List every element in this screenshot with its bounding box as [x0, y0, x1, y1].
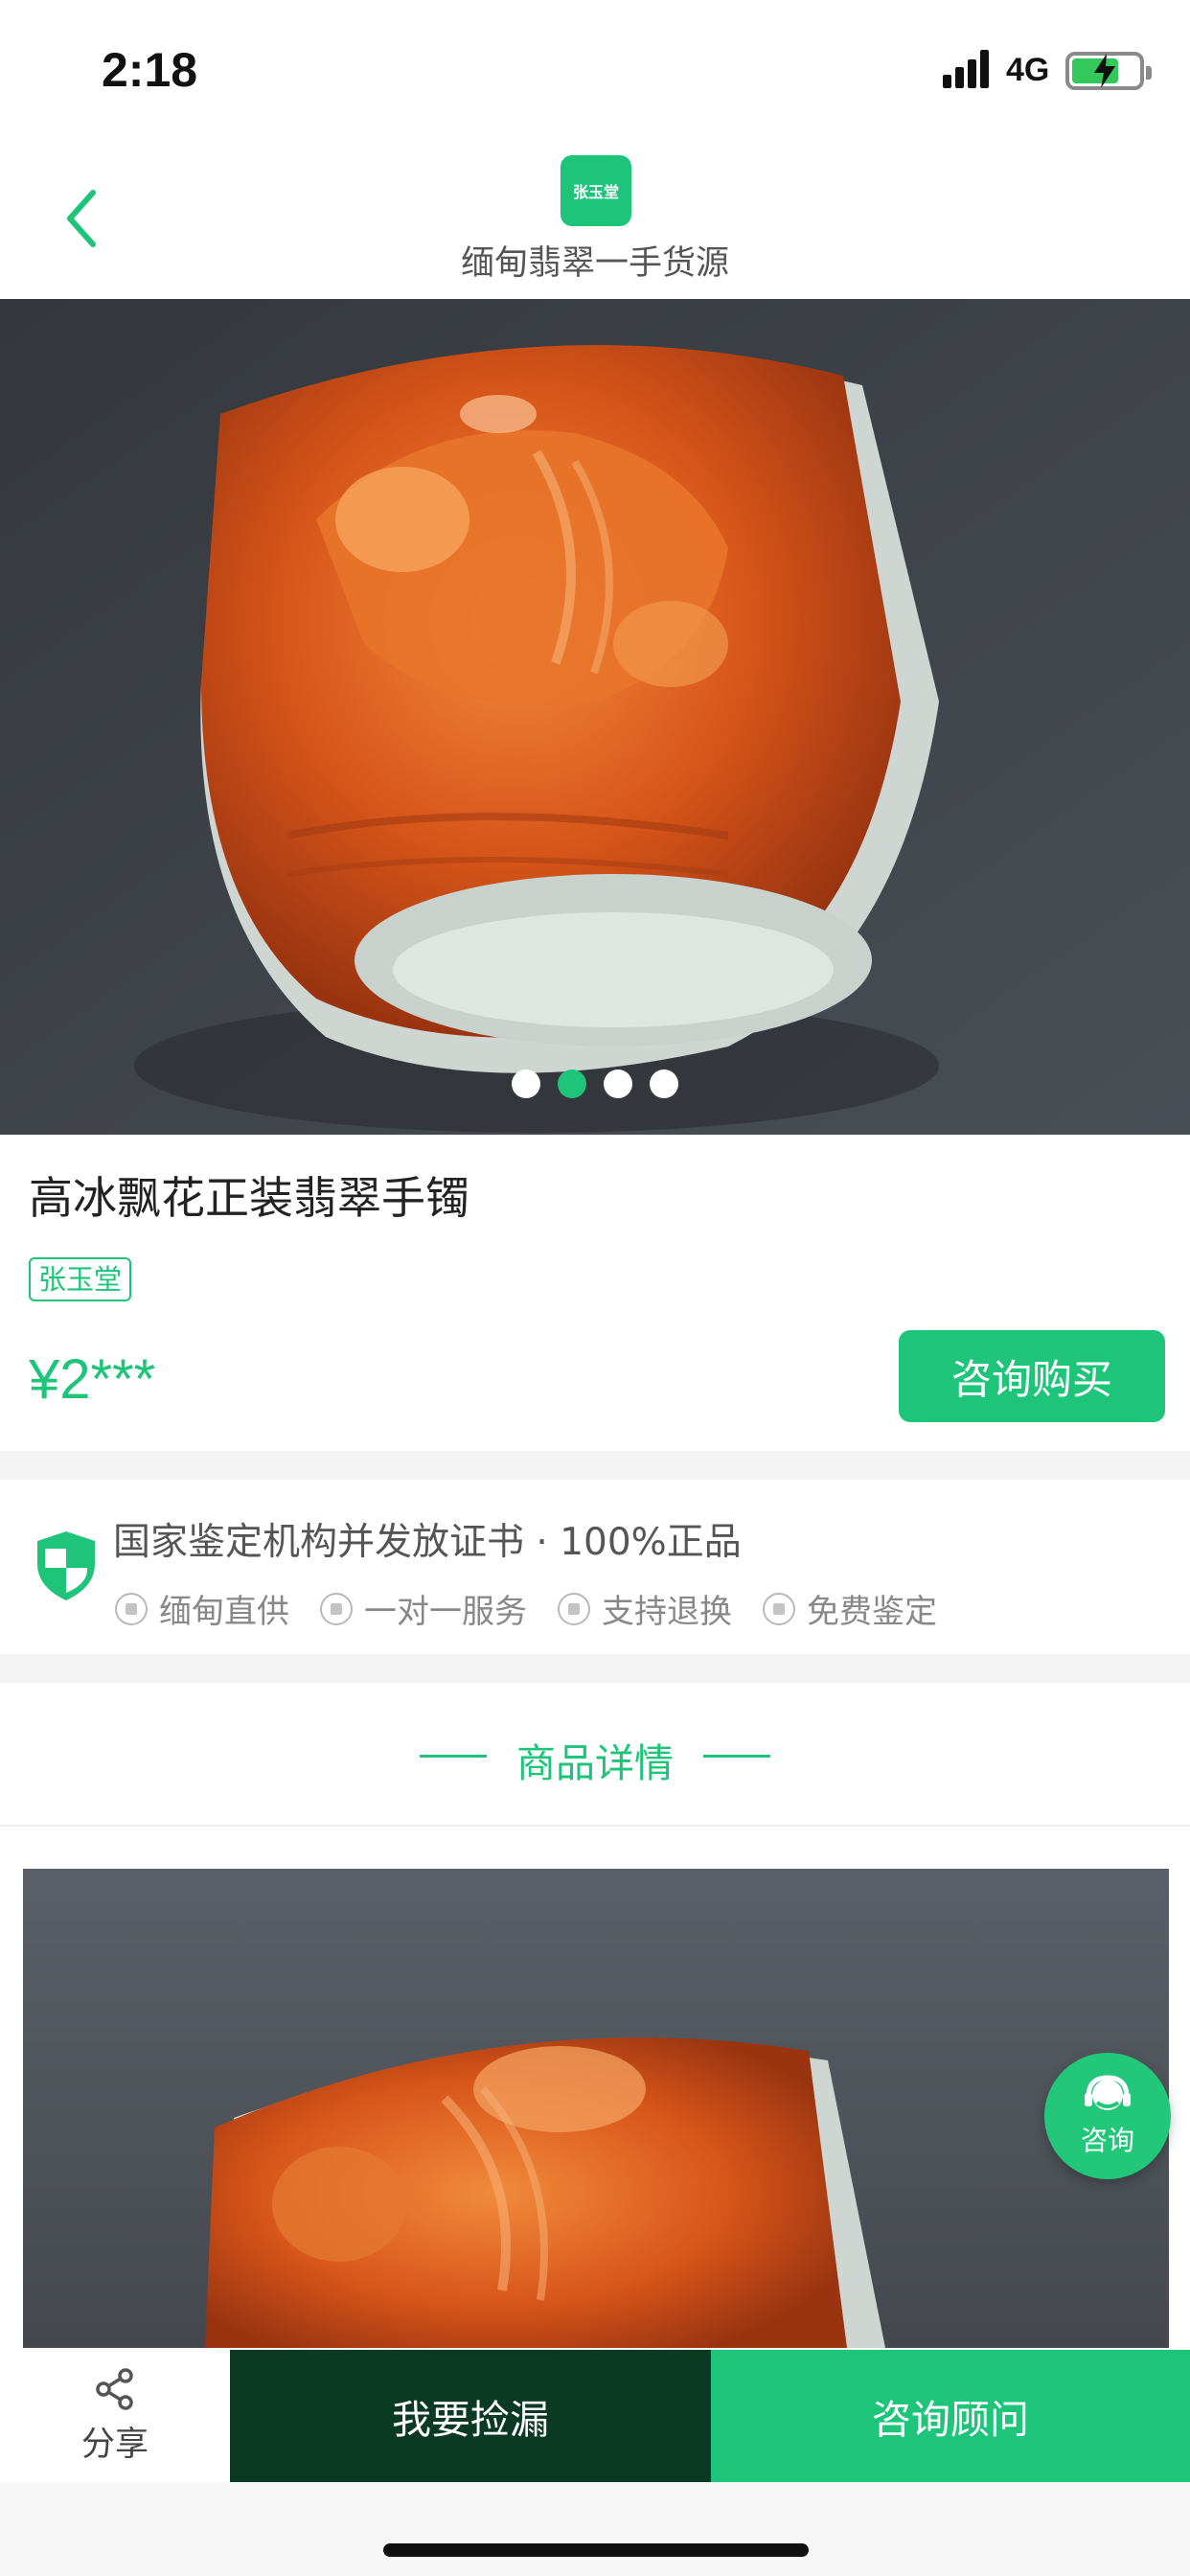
network-type: 4G: [1006, 52, 1050, 88]
section-divider: [0, 1451, 1190, 1480]
person-icon: [320, 1592, 353, 1625]
feature-label: 一对一服务: [364, 1593, 527, 1631]
product-image-carousel[interactable]: [0, 299, 1190, 1135]
app-logo: 张玉堂: [561, 155, 631, 226]
customer-service-icon: [1085, 2075, 1131, 2110]
carousel-dot[interactable]: [604, 1070, 632, 1098]
product-info: 高冰飘花正装翡翠手镯 张玉堂 ¥2*** 咨询购买: [0, 1135, 1190, 1451]
charging-bolt-icon: [1094, 54, 1115, 88]
nav-header: 张玉堂 缅甸翡翠一手货源: [0, 134, 1190, 299]
floating-consult-button[interactable]: 咨询: [1044, 2053, 1171, 2179]
detail-image: [23, 1869, 1169, 2348]
detail-title: 商品详情: [516, 1740, 674, 1786]
feature-label: 免费鉴定: [807, 1593, 937, 1631]
section-divider: [0, 1654, 1190, 1683]
share-button[interactable]: 分享: [0, 2350, 230, 2482]
feature-item: 缅甸直供: [115, 1585, 289, 1632]
carousel-dot[interactable]: [558, 1070, 586, 1098]
carousel-indicator: [0, 1070, 1190, 1098]
home-indicator[interactable]: [383, 2543, 809, 2557]
return-icon: [558, 1592, 590, 1625]
floating-consult-label: 咨询: [1080, 2125, 1134, 2156]
shop-tag[interactable]: 张玉堂: [29, 1257, 132, 1301]
grab-deal-button[interactable]: 我要捡漏: [230, 2350, 711, 2482]
logo-text: 张玉堂: [572, 183, 619, 201]
divider-line-right: [703, 1755, 770, 1758]
status-bar: 2:18 4G: [0, 0, 1190, 134]
home-indicator-area: [0, 2482, 1190, 2576]
feature-label: 支持退换: [602, 1593, 732, 1631]
carousel-dot[interactable]: [650, 1070, 678, 1098]
carousel-dot[interactable]: [512, 1070, 540, 1098]
consult-buy-button[interactable]: 咨询购买: [899, 1330, 1165, 1422]
product-detail-photo: [23, 1869, 1169, 2348]
signal-icon: [943, 50, 993, 88]
feature-item: 支持退换: [558, 1585, 732, 1632]
product-image: [0, 299, 1190, 1135]
product-title: 高冰飘花正装翡翠手镯: [29, 1172, 469, 1224]
feature-label: 缅甸直供: [159, 1593, 289, 1631]
consult-advisor-button[interactable]: 咨询顾问: [711, 2350, 1190, 2482]
feature-item: 一对一服务: [320, 1585, 527, 1632]
detail-header: 商品详情: [0, 1683, 1190, 1827]
guarantee-features: 缅甸直供 一对一服务 支持退换 免费鉴定: [115, 1585, 937, 1632]
battery-tip: [1146, 66, 1152, 80]
page-title: 缅甸翡翠一手货源: [460, 244, 729, 283]
guarantee-section: 国家鉴定机构并发放证书 · 100%正品 缅甸直供 一对一服务 支持退换 免费鉴…: [0, 1480, 1190, 1654]
bottom-action-bar: 分享 我要捡漏 咨询顾问: [0, 2350, 1190, 2482]
shield-icon: [37, 1531, 95, 1600]
product-price: ¥2***: [29, 1348, 156, 1411]
status-time: 2:18: [102, 43, 198, 97]
share-label: 分享: [80, 2425, 149, 2464]
guarantee-title: 国家鉴定机构并发放证书 · 100%正品: [113, 1521, 742, 1564]
free-appraisal-icon: [763, 1592, 795, 1625]
share-icon: [96, 2367, 133, 2410]
battery-icon: [1065, 52, 1152, 90]
feature-item: 免费鉴定: [763, 1585, 937, 1632]
direct-supply-icon: [115, 1592, 148, 1625]
